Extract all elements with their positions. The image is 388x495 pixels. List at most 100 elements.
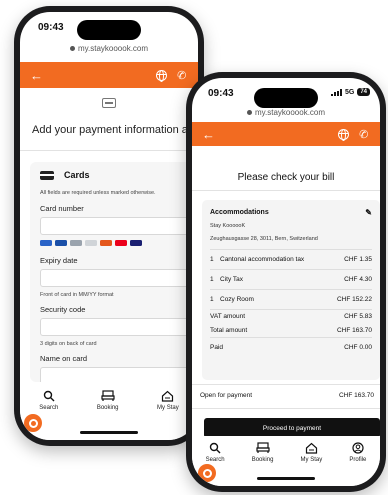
globe-icon[interactable] — [337, 128, 349, 141]
tab-profile[interactable]: Profile — [349, 442, 366, 463]
bill-summary: Accommodations ✎ Stay KoooooK Zeughausga… — [202, 200, 380, 380]
total-label: Total amount — [210, 326, 248, 334]
url-text: my.staykooook.com — [254, 108, 326, 117]
cards-heading-label: Cards — [64, 170, 90, 180]
profile-icon — [352, 442, 364, 454]
line-qty: 1 — [210, 256, 214, 263]
divider — [192, 408, 380, 409]
bill-line-item: 1 Cantonal accommodation tax CHF 1.35 — [210, 249, 372, 269]
bed-icon — [255, 442, 270, 454]
payment-screen: 09:43 my.staykooook.com ← ✆ Add your pay… — [20, 12, 198, 440]
divider — [192, 190, 380, 191]
cards-form: Cards All fields are required unless mar… — [30, 162, 198, 385]
paid-row: Paid CHF 0.00 — [210, 337, 372, 357]
home-indicator — [80, 431, 138, 434]
search-icon — [209, 442, 221, 454]
card-icon — [40, 170, 54, 180]
phone-payment-screen: 09:43 my.staykooook.com ← ✆ Add your pay… — [14, 6, 204, 446]
bill-line-item: 1 City Tax CHF 4.30 — [210, 269, 372, 289]
accommodations-heading: Accommodations — [210, 209, 269, 216]
globe-icon[interactable] — [155, 69, 167, 82]
tab-search[interactable]: Search — [39, 390, 58, 411]
app-header: ← ✆ — [192, 122, 380, 146]
url-bar[interactable]: my.staykooook.com — [20, 44, 198, 53]
line-label: City Tax — [220, 276, 243, 283]
tab-booking[interactable]: Booking — [251, 442, 274, 463]
card-number-label: Card number — [40, 204, 84, 213]
card-brand-logos — [40, 240, 198, 246]
divider — [192, 384, 380, 385]
proceed-to-payment-button[interactable]: Proceed to payment — [204, 418, 380, 438]
name-on-card-label: Name on card — [40, 354, 88, 363]
security-code-help: 3 digits on back of card — [40, 341, 97, 347]
tab-my-stay[interactable]: My Stay — [300, 442, 323, 463]
card-brand-icon — [55, 240, 67, 246]
bill-title: Please check your bill — [237, 172, 335, 183]
cards-heading: Cards — [40, 170, 198, 180]
tab-label: Search — [205, 457, 225, 463]
mastercard-icon — [115, 240, 127, 246]
tab-search[interactable]: Search — [206, 442, 225, 463]
paid-amount: CHF 0.00 — [344, 344, 372, 351]
tab-label: Booking — [251, 457, 274, 463]
line-amount: CHF 4.30 — [344, 276, 372, 283]
edit-pencil-icon[interactable]: ✎ — [365, 208, 372, 217]
vat-amount: CHF 5.83 — [344, 313, 372, 320]
line-label: Cozy Room — [220, 296, 254, 303]
status-bar: 09:43 — [20, 12, 198, 48]
open-label: Open for payment — [200, 392, 253, 399]
open-amount: CHF 163.70 — [338, 392, 374, 399]
visa-icon — [130, 240, 142, 246]
required-note: All fields are required unless marked ot… — [40, 190, 156, 196]
url-text: my.staykooook.com — [77, 44, 149, 53]
tab-label: My Stay — [157, 405, 179, 411]
status-time: 09:43 — [208, 88, 234, 99]
house-icon — [161, 390, 174, 402]
chat-icon[interactable] — [24, 414, 42, 432]
hotel-address: Zeughausgasse 28, 3011, Bern, Switzerlan… — [210, 236, 318, 242]
lock-icon — [246, 110, 252, 115]
security-code-input[interactable] — [40, 318, 198, 336]
accommodations-header: Accommodations ✎ — [210, 208, 372, 217]
tab-booking[interactable]: Booking — [97, 390, 119, 411]
credit-card-icon — [102, 98, 116, 108]
page-title: Add your payment information and p — [32, 124, 198, 136]
tab-my-stay[interactable]: My Stay — [157, 390, 179, 411]
line-amount: CHF 1.35 — [344, 256, 372, 263]
phone-icon[interactable]: ✆ — [176, 68, 187, 82]
vat-label: VAT amount — [210, 313, 246, 320]
url-bar[interactable]: my.staykooook.com — [192, 108, 380, 117]
card-brand-icon — [70, 240, 82, 246]
battery-icon: 74 — [357, 88, 370, 96]
jcb-icon — [100, 240, 112, 246]
line-qty: 1 — [210, 276, 214, 283]
bill-screen: 09:43 5G 74 my.staykooook.com ← ✆ Please… — [192, 78, 380, 486]
phone-bill-screen: 09:43 5G 74 my.staykooook.com ← ✆ Please… — [186, 72, 386, 492]
chat-icon[interactable] — [198, 464, 216, 482]
security-code-label: Security code — [40, 305, 86, 314]
status-indicators: 5G 74 — [330, 88, 370, 96]
phone-icon[interactable]: ✆ — [358, 127, 369, 141]
bed-icon — [101, 390, 115, 402]
tab-label: Booking — [96, 405, 119, 411]
house-icon — [305, 442, 318, 454]
total-amount: CHF 163.70 — [336, 326, 372, 334]
lock-icon — [69, 46, 75, 51]
home-indicator — [257, 477, 315, 480]
line-label: Cantonal accommodation tax — [220, 256, 305, 263]
expiry-input[interactable] — [40, 269, 198, 287]
paid-label: Paid — [210, 344, 224, 351]
status-time: 09:43 — [38, 22, 64, 33]
tab-label: Search — [39, 405, 59, 411]
back-arrow-icon[interactable]: ← — [30, 69, 43, 82]
card-number-input[interactable] — [40, 217, 198, 235]
line-amount: CHF 152.22 — [336, 296, 372, 303]
amex-icon — [40, 240, 52, 246]
app-header: ← ✆ — [20, 62, 198, 88]
card-brand-icon — [85, 240, 97, 246]
signal-icon — [330, 88, 342, 96]
search-icon — [43, 390, 55, 402]
back-arrow-icon[interactable]: ← — [202, 128, 215, 141]
tab-label: My Stay — [300, 457, 323, 463]
vat-row: VAT amount CHF 5.83 — [210, 309, 372, 323]
